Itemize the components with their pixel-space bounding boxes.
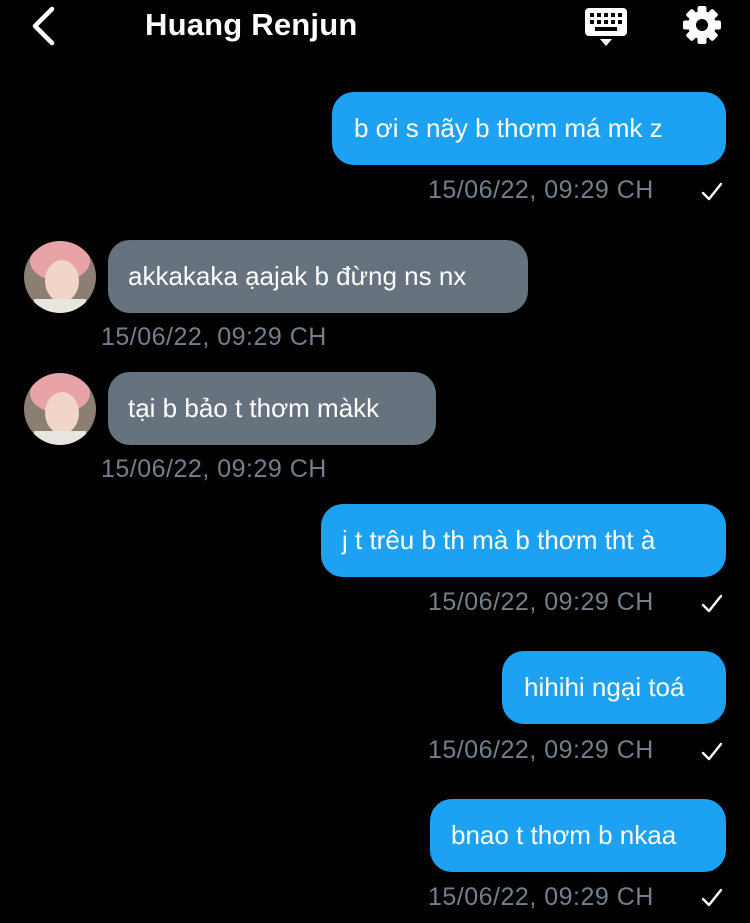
keyboard-icon (585, 8, 627, 46)
chevron-left-icon (32, 6, 55, 46)
checkmark-icon (701, 888, 723, 907)
avatar[interactable] (24, 373, 96, 445)
conversation-header: Huang Renjun (0, 0, 750, 52)
message-timestamp: 15/06/22, 09:29 CH (101, 455, 327, 483)
avatar[interactable] (24, 241, 96, 313)
gear-icon (683, 6, 721, 44)
outgoing-message-bubble[interactable]: b ơi s nãy b thơm má mk z (332, 92, 726, 165)
avatar-image (24, 241, 96, 313)
keyboard-button[interactable] (584, 5, 628, 49)
checkmark-icon (701, 594, 723, 613)
back-button[interactable] (22, 4, 66, 48)
avatar-image (24, 373, 96, 445)
settings-button[interactable] (680, 3, 724, 47)
message-timestamp: 15/06/22, 09:29 CH (428, 588, 654, 616)
outgoing-message-bubble[interactable]: bnao t thơm b nkaa (430, 799, 726, 872)
page-title: Huang Renjun (145, 7, 358, 42)
checkmark-icon (701, 182, 723, 201)
incoming-message-bubble[interactable]: akkakaka ạajak b đừng ns nx (108, 240, 528, 313)
outgoing-message-bubble[interactable]: j t trêu b th mà b thơm tht à (321, 504, 726, 577)
incoming-message-bubble[interactable]: tại b bảo t thơm màkk (108, 372, 436, 445)
message-timestamp: 15/06/22, 09:29 CH (101, 323, 327, 351)
outgoing-message-bubble[interactable]: hihihi ngại toá (502, 651, 726, 724)
message-timestamp: 15/06/22, 09:29 CH (428, 176, 654, 204)
checkmark-icon (701, 742, 723, 761)
message-timestamp: 15/06/22, 09:29 CH (428, 883, 654, 911)
message-timestamp: 15/06/22, 09:29 CH (428, 736, 654, 764)
